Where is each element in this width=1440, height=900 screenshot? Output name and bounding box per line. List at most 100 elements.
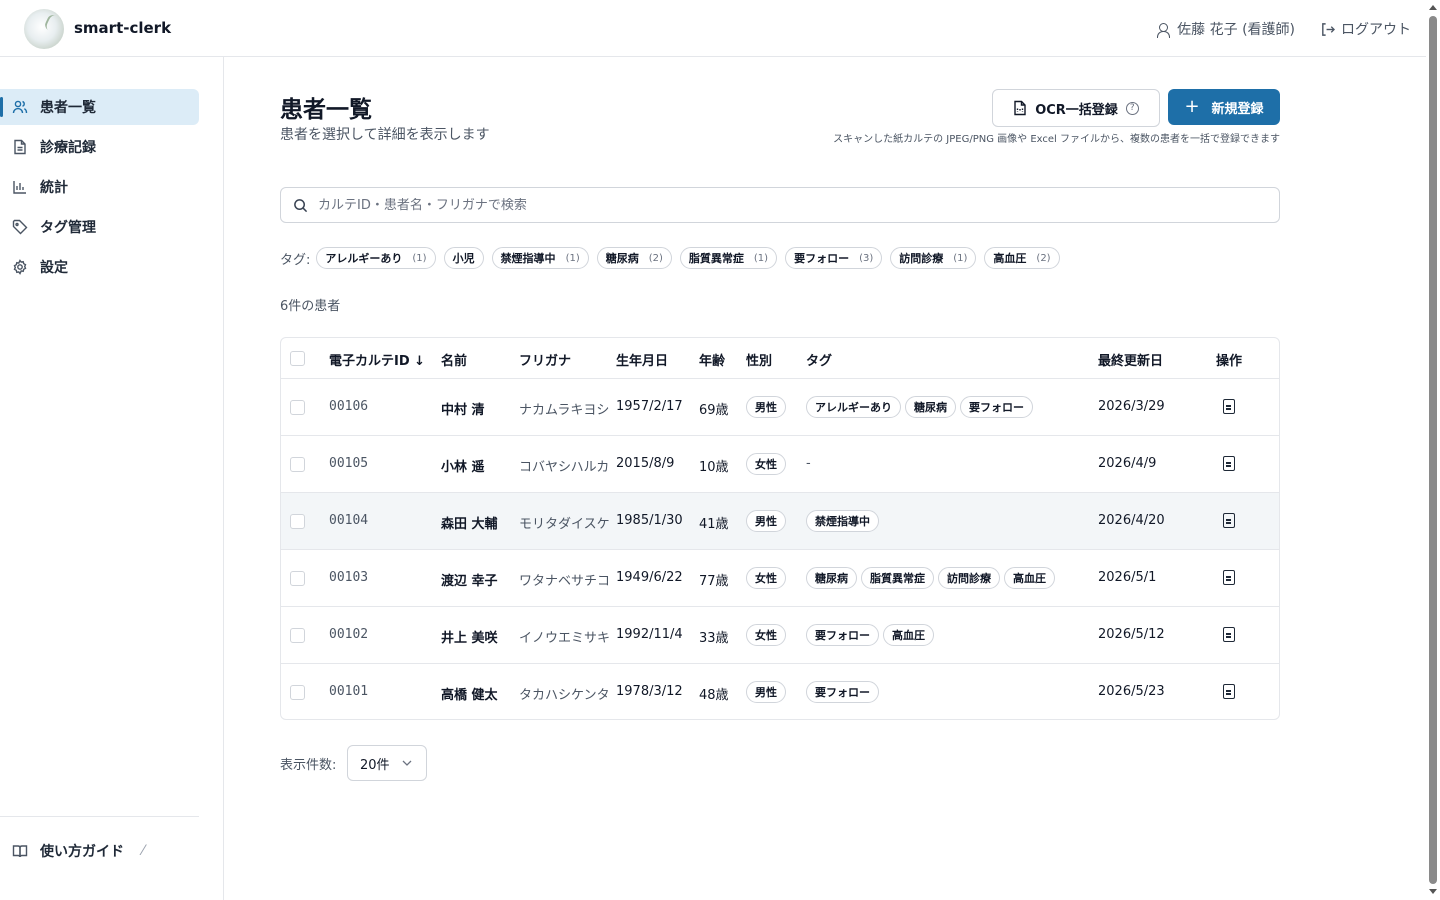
logout-icon: [1322, 22, 1335, 36]
patient-dob: 2015/8/9: [616, 456, 675, 471]
tag-chip-label: 糖尿病: [605, 252, 639, 265]
tag-filter-chip[interactable]: 禁煙指導中 (1): [491, 247, 589, 269]
per-page-select[interactable]: 20件: [347, 745, 427, 781]
app-name: smart-clerk: [74, 19, 172, 37]
tag-chip-label: 小児: [452, 252, 475, 265]
row-checkbox[interactable]: [290, 628, 305, 643]
user-guide-link[interactable]: 使い方ガイド ⁄: [12, 841, 144, 861]
patient-age: 69歳: [699, 403, 729, 418]
scroll-thumb[interactable]: [1429, 16, 1437, 884]
table-row[interactable]: 00106 中村 清 ナカムラキヨシ 1957/2/17 69歳 男性 アレルギ…: [281, 379, 1279, 436]
help-icon[interactable]: ?: [1125, 101, 1139, 115]
patient-name[interactable]: 渡辺 幸子: [441, 570, 498, 589]
row-checkbox[interactable]: [290, 400, 305, 415]
tag-badge: 糖尿病: [806, 567, 857, 589]
col-header-kana[interactable]: フリガナ: [519, 350, 571, 369]
tag-chip-count: (1): [953, 252, 968, 264]
row-checkbox[interactable]: [290, 571, 305, 586]
tag-filter-label: タグ:: [280, 252, 311, 268]
tag-badge: 禁煙指導中: [806, 510, 879, 532]
tag-chip-count: (1): [412, 252, 427, 264]
sidebar-item-records[interactable]: 診療記録: [0, 129, 199, 165]
row-checkbox[interactable]: [290, 685, 305, 700]
table-row[interactable]: 00104 森田 大輔 モリタダイスケ 1985/1/30 41歳 男性 禁煙指…: [281, 493, 1279, 550]
patient-age: 77歳: [699, 574, 729, 589]
no-tags: -: [806, 456, 811, 471]
patient-kana: ナカムラキヨシ: [519, 403, 610, 418]
scroll-up-arrow[interactable]: [1429, 5, 1437, 10]
table-row[interactable]: 00101 高橋 健太 タカハシケンタ 1978/3/12 48歳 男性 要フォ…: [281, 664, 1279, 719]
col-header-updated[interactable]: 最終更新日: [1098, 350, 1163, 369]
patient-dob: 1957/2/17: [616, 399, 683, 414]
page-scrollbar[interactable]: [1426, 0, 1440, 900]
select-all-checkbox[interactable]: [290, 351, 305, 366]
view-record-icon[interactable]: [1223, 570, 1235, 585]
scroll-down-arrow[interactable]: [1429, 889, 1437, 894]
patient-name[interactable]: 森田 大輔: [441, 513, 498, 532]
new-register-button[interactable]: + 新規登録: [1168, 89, 1280, 125]
tag-filter-chip[interactable]: 脂質異常症 (1): [679, 247, 778, 269]
tag-filter-chip[interactable]: 高血圧 (2): [984, 247, 1060, 269]
app-logo[interactable]: [24, 9, 64, 49]
patient-dob: 1985/1/30: [616, 513, 683, 528]
col-header-tags: タグ: [806, 354, 833, 369]
tag-chip-label: 脂質異常症: [688, 252, 744, 265]
last-updated: 2026/4/9: [1098, 456, 1157, 471]
tag-badge: 要フォロー: [960, 396, 1033, 418]
row-checkbox[interactable]: [290, 514, 305, 529]
sidebar-item-patients[interactable]: 患者一覧: [0, 89, 199, 125]
view-record-icon[interactable]: [1223, 513, 1235, 528]
col-header-dob[interactable]: 生年月日: [616, 350, 668, 369]
view-record-icon[interactable]: [1223, 399, 1235, 414]
tag-list: 要フォロー 高血圧: [806, 624, 934, 646]
per-page-value: 20件: [360, 757, 390, 773]
tag-filter-chip[interactable]: 糖尿病 (2): [596, 247, 672, 269]
tag-chip-label: 訪問診療: [899, 252, 944, 265]
tag-filter-chip[interactable]: アレルギーあり (1): [316, 247, 436, 269]
col-header-actions: 操作: [1216, 354, 1243, 369]
patient-name[interactable]: 高橋 健太: [441, 684, 498, 703]
sidebar-item-label: 設定: [40, 260, 68, 276]
last-updated: 2026/5/1: [1098, 570, 1157, 585]
col-header-name[interactable]: 名前: [441, 350, 467, 369]
view-record-icon[interactable]: [1223, 627, 1235, 642]
sex-badge: 男性: [746, 396, 786, 418]
table-row[interactable]: 00102 井上 美咲 イノウエミサキ 1992/11/4 33歳 女性 要フォ…: [281, 607, 1279, 664]
tag-list: 禁煙指導中: [806, 510, 879, 532]
col-header-id[interactable]: 電子カルテID ↓: [329, 350, 425, 369]
patient-id: 00106: [329, 399, 369, 414]
user-guide-label: 使い方ガイド: [40, 844, 124, 860]
tag-chip-count: (2): [648, 252, 663, 264]
sex-badge: 女性: [746, 567, 786, 589]
patient-name[interactable]: 中村 清: [441, 399, 485, 418]
table-row[interactable]: 00103 渡辺 幸子 ワタナベサチコ 1949/6/22 77歳 女性 糖尿病…: [281, 550, 1279, 607]
user-name: 佐藤 花子 (看護師): [1177, 22, 1295, 38]
sidebar-item-tags[interactable]: タグ管理: [0, 209, 199, 245]
tag-filter-chip[interactable]: 要フォロー (3): [785, 247, 883, 269]
tag-badge: 高血圧: [1004, 567, 1055, 589]
patient-age: 41歳: [699, 517, 729, 532]
tag-badge: 糖尿病: [905, 396, 956, 418]
view-record-icon[interactable]: [1223, 684, 1235, 699]
patient-id: 00105: [329, 456, 369, 471]
current-user[interactable]: 佐藤 花子 (看護師): [1156, 19, 1295, 39]
sidebar-item-stats[interactable]: 統計: [0, 169, 199, 205]
col-header-sex[interactable]: 性別: [746, 350, 772, 369]
tag-filter-chip[interactable]: 訪問診療 (1): [890, 247, 977, 269]
patient-name[interactable]: 井上 美咲: [441, 627, 498, 646]
document-scan-icon: [1014, 100, 1026, 116]
view-record-icon[interactable]: [1223, 456, 1235, 471]
sidebar-item-settings[interactable]: 設定: [0, 249, 199, 285]
row-checkbox[interactable]: [290, 457, 305, 472]
last-updated: 2026/5/12: [1098, 627, 1165, 642]
patient-name[interactable]: 小林 遥: [441, 456, 485, 475]
last-updated: 2026/4/20: [1098, 513, 1165, 528]
logout-button[interactable]: ログアウト: [1320, 19, 1411, 39]
table-row[interactable]: 00105 小林 遥 コバヤシハルカ 2015/8/9 10歳 女性 - 202…: [281, 436, 1279, 493]
tag-filter-chip[interactable]: 小児: [443, 247, 484, 269]
search-input[interactable]: [318, 197, 1218, 213]
ocr-bulk-register-button[interactable]: OCR一括登録 ?: [992, 89, 1160, 127]
col-header-age[interactable]: 年齢: [699, 350, 725, 369]
search-box[interactable]: [280, 187, 1280, 223]
external-link-icon: ⁄: [142, 843, 145, 859]
